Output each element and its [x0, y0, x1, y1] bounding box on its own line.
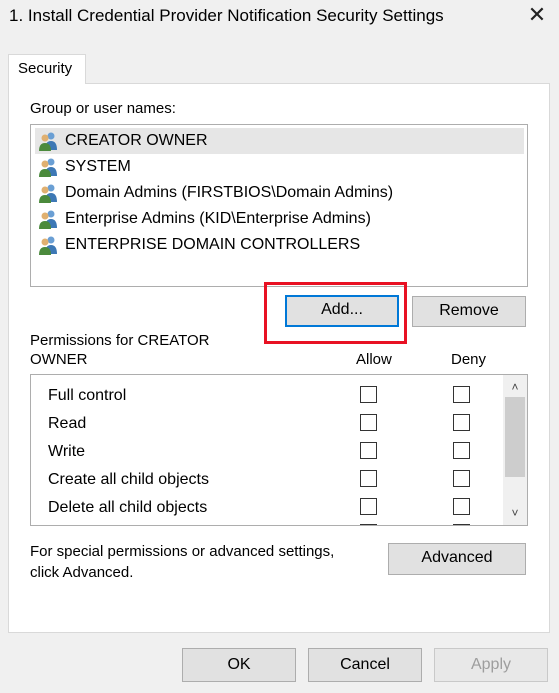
permission-name: Full control — [48, 387, 127, 404]
list-item-label: CREATOR OWNER — [65, 132, 208, 149]
permissions-label-line1: Permissions for CREATOR — [30, 332, 210, 349]
permission-row-read: Read — [48, 411, 508, 439]
deny-checkbox[interactable] — [453, 414, 470, 431]
deny-checkbox[interactable] — [453, 470, 470, 487]
permission-row-create-child: Create all child objects — [48, 467, 508, 495]
users-icon — [39, 236, 57, 255]
list-item-label: SYSTEM — [65, 158, 131, 175]
list-item-enterprise-admins[interactable]: Enterprise Admins (KID\Enterprise Admins… — [35, 206, 524, 232]
apply-button[interactable]: Apply — [434, 648, 548, 682]
list-item-enterprise-dc[interactable]: ENTERPRISE DOMAIN CONTROLLERS — [35, 232, 524, 258]
scroll-up-icon[interactable]: ˄ — [503, 377, 527, 397]
permission-name: Create all child objects — [48, 471, 209, 488]
cancel-button[interactable]: Cancel — [308, 648, 422, 682]
permissions-label-line2: OWNER — [30, 351, 88, 368]
special-permissions-line2: click Advanced. — [30, 564, 134, 581]
allow-checkbox[interactable] — [360, 498, 377, 515]
list-item-system[interactable]: SYSTEM — [35, 154, 524, 180]
scroll-thumb[interactable] — [505, 397, 525, 477]
permissions-scrollbar[interactable]: ˄ ˅ — [503, 375, 527, 525]
allow-column-header: Allow — [356, 351, 392, 368]
tab-security[interactable]: Security — [8, 54, 86, 84]
list-item-label: Enterprise Admins (KID\Enterprise Admins… — [65, 210, 371, 227]
users-icon — [39, 184, 57, 203]
deny-checkbox[interactable] — [453, 524, 470, 525]
ok-button[interactable]: OK — [182, 648, 296, 682]
deny-checkbox[interactable] — [453, 442, 470, 459]
advanced-button[interactable]: Advanced — [388, 543, 526, 575]
permissions-list[interactable]: Full control Read Write Create all child… — [30, 374, 528, 526]
group-names-label: Group or user names: — [30, 100, 176, 117]
close-icon[interactable]: ✕ — [524, 2, 550, 28]
list-item-domain-admins[interactable]: Domain Admins (FIRSTBIOS\Domain Admins) — [35, 180, 524, 206]
permission-name: Delete all child objects — [48, 499, 208, 516]
list-item-label: Domain Admins (FIRSTBIOS\Domain Admins) — [65, 184, 394, 201]
permission-row-full-control: Full control — [48, 383, 508, 411]
allow-checkbox[interactable] — [360, 470, 377, 487]
allow-checkbox[interactable] — [360, 414, 377, 431]
users-icon — [39, 158, 57, 177]
permission-row-write: Write — [48, 439, 508, 467]
remove-button[interactable]: Remove — [412, 296, 526, 327]
special-permissions-line1: For special permissions or advanced sett… — [30, 543, 335, 560]
list-item-label: ENTERPRISE DOMAIN CONTROLLERS — [65, 236, 361, 253]
window-title: 1. Install Credential Provider Notificat… — [9, 6, 444, 25]
list-item-creator-owner[interactable]: CREATOR OWNER — [35, 128, 524, 154]
users-icon — [39, 210, 57, 229]
permission-name: Write — [48, 443, 86, 460]
deny-column-header: Deny — [451, 351, 487, 368]
allow-checkbox[interactable] — [360, 442, 377, 459]
scroll-down-icon[interactable]: ˅ — [503, 503, 527, 523]
deny-checkbox[interactable] — [453, 386, 470, 403]
allow-checkbox[interactable] — [360, 524, 377, 525]
allow-checkbox[interactable] — [360, 386, 377, 403]
group-user-list[interactable]: CREATOR OWNER SYSTEM Domain Admins (FIRS… — [30, 124, 528, 287]
users-icon — [39, 132, 57, 151]
deny-checkbox[interactable] — [453, 498, 470, 515]
permission-row-delete-child: Delete all child objects — [48, 495, 508, 523]
highlight-box — [264, 282, 407, 344]
permission-name: Read — [48, 415, 87, 432]
